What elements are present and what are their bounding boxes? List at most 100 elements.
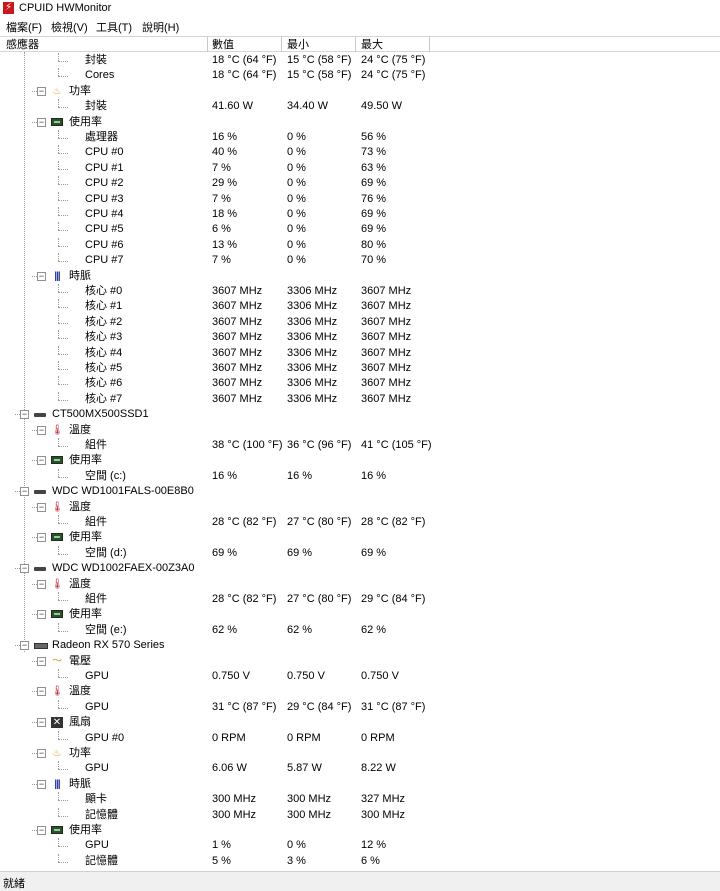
sensor-group-row[interactable]: − ✕ 風扇 <box>0 715 720 730</box>
sensor-label: 核心 #4 <box>85 346 123 359</box>
tree-connector <box>58 237 59 246</box>
menu-help[interactable]: 說明(H) <box>142 19 179 35</box>
device-row[interactable]: − WDC WD1002FAEX-00Z3A0 <box>0 561 720 576</box>
sensor-min: 300 MHz <box>287 793 332 806</box>
collapse-toggle-icon[interactable]: − <box>37 456 46 466</box>
sensor-group-row[interactable]: − 使用率 <box>0 453 720 468</box>
device-row[interactable]: − CT500MX500SSD1 <box>0 407 720 422</box>
menu-tools[interactable]: 工具(T) <box>96 19 132 35</box>
sensor-group-row[interactable]: − 〜電壓 <box>0 654 720 669</box>
device-row[interactable]: − Radeon RX 570 Series <box>0 638 720 653</box>
sensor-row[interactable]: 核心 #6 3607 MHz 3306 MHz 3607 MHz <box>0 376 720 391</box>
collapse-toggle-icon[interactable]: − <box>20 564 29 574</box>
sensor-group-row[interactable]: − 使用率 <box>0 115 720 130</box>
sensor-row[interactable]: Cores 18 °C (64 °F) 15 °C (58 °F) 24 °C (75… <box>0 68 720 83</box>
sensor-group-row[interactable]: − 🌡 溫度 <box>0 423 720 438</box>
sensor-group-row[interactable]: − ||| 時脈 <box>0 269 720 284</box>
collapse-toggle-icon[interactable]: − <box>37 425 46 435</box>
sensor-group-row[interactable]: − ♨ 功率 <box>0 746 720 761</box>
collapse-toggle-icon[interactable]: − <box>37 656 46 666</box>
sensor-group-row[interactable]: − ♨ 功率 <box>0 84 720 99</box>
collapse-toggle-icon[interactable]: − <box>37 687 46 697</box>
sensor-value: 16 % <box>212 469 238 482</box>
sensor-row[interactable]: 空間 (e:) 62 % 62 % 62 % <box>0 622 720 638</box>
column-header-max[interactable]: 最大 <box>361 38 383 52</box>
sensor-group-row[interactable]: − 使用率 <box>0 530 720 545</box>
power-icon: ♨ <box>52 85 62 97</box>
collapse-toggle-icon[interactable]: − <box>37 86 46 96</box>
sensor-min: 0 RPM <box>287 731 321 744</box>
column-divider[interactable] <box>355 37 356 52</box>
sensor-group-row[interactable]: − ||| 時脈 <box>0 777 720 792</box>
sensor-row[interactable]: CPU #1 7 % 0 % 63 % <box>0 160 720 176</box>
menu-file[interactable]: 檔案(F) <box>6 19 42 35</box>
sensor-row[interactable]: 記憶體 300 MHz 300 MHz 300 MHz <box>0 807 720 823</box>
sensor-row[interactable]: GPU 31 °C (87 °F) 29 °C (84 °F) 31 °C (87 °… <box>0 699 720 715</box>
sensor-row[interactable]: 核心 #0 3607 MHz 3306 MHz 3607 MHz <box>0 284 720 299</box>
sensor-label: 核心 #6 <box>85 377 123 390</box>
sensor-row[interactable]: CPU #0 40 % 0 % 73 % <box>0 145 720 160</box>
sensor-row[interactable]: CPU #3 7 % 0 % 76 % <box>0 191 720 207</box>
collapse-toggle-icon[interactable]: − <box>37 117 46 127</box>
tree-connector <box>58 800 68 802</box>
collapse-toggle-icon[interactable]: − <box>37 718 46 728</box>
sensor-row[interactable]: 記憶體 5 % 3 % 6 % <box>0 853 720 869</box>
sensor-value: 7 % <box>212 192 231 205</box>
sensor-row[interactable]: 核心 #4 3607 MHz 3306 MHz 3607 MHz <box>0 345 720 361</box>
collapse-toggle-icon[interactable]: − <box>37 502 46 512</box>
sensor-row[interactable]: 核心 #2 3607 MHz 3306 MHz 3607 MHz <box>0 314 720 330</box>
collapse-toggle-icon[interactable]: − <box>20 641 29 651</box>
sensor-row[interactable]: 封裝 18 °C (64 °F) 15 °C (58 °F) 24 °C (75 °F… <box>0 53 720 68</box>
collapse-toggle-icon[interactable]: − <box>37 749 46 758</box>
tree-connector <box>58 107 68 109</box>
sensor-row[interactable]: 處理器 16 % 0 % 56 % <box>0 130 720 145</box>
tree-connector <box>58 307 68 309</box>
column-header-min[interactable]: 最小 <box>287 38 309 52</box>
collapse-toggle-icon[interactable]: − <box>20 487 29 497</box>
column-divider[interactable] <box>207 37 208 52</box>
collapse-toggle-icon[interactable]: − <box>37 826 46 835</box>
sensor-label: GPU <box>85 762 109 775</box>
sensor-tree[interactable]: 封裝 18 °C (64 °F) 15 °C (58 °F) 24 °C (75 °F… <box>0 52 720 870</box>
sensor-group-row[interactable]: − 🌡 溫度 <box>0 684 720 699</box>
sensor-row[interactable]: CPU #6 13 % 0 % 80 % <box>0 237 720 253</box>
sensor-group-row[interactable]: − 🌡 溫度 <box>0 577 720 592</box>
column-divider[interactable] <box>281 37 282 52</box>
sensor-row[interactable]: 顯卡 300 MHz 300 MHz 327 MHz <box>0 792 720 807</box>
sensor-row[interactable]: 組件 38 °C (100 °F) 36 °C (96 °F) 41 °C (105 … <box>0 438 720 453</box>
sensor-row[interactable]: 空間 (d:) 69 % 69 % 69 % <box>0 545 720 561</box>
collapse-toggle-icon[interactable]: − <box>37 779 46 789</box>
sensor-row[interactable]: GPU 6.06 W 5.87 W 8.22 W <box>0 761 720 776</box>
column-header-sensor[interactable]: 感應器 <box>6 38 39 52</box>
sensor-row[interactable]: 空間 (c:) 16 % 16 % 16 % <box>0 468 720 484</box>
sensor-row[interactable]: 組件 28 °C (82 °F) 27 °C (80 °F) 29 °C (84 °F… <box>0 592 720 607</box>
sensor-group-row[interactable]: − 使用率 <box>0 607 720 622</box>
column-divider[interactable] <box>429 37 430 52</box>
collapse-toggle-icon[interactable]: − <box>37 533 46 543</box>
sensor-group-row[interactable]: − 🌡 溫度 <box>0 500 720 515</box>
sensor-value: 5 % <box>212 854 231 867</box>
sensor-row[interactable]: 封裝 41.60 W 34.40 W 49.50 W <box>0 99 720 114</box>
tree-connector <box>58 199 68 201</box>
sensor-row[interactable]: CPU #5 6 % 0 % 69 % <box>0 222 720 237</box>
sensor-row[interactable]: 核心 #1 3607 MHz 3306 MHz 3607 MHz <box>0 299 720 314</box>
sensor-group-row[interactable]: − 使用率 <box>0 823 720 838</box>
collapse-toggle-icon[interactable]: − <box>37 610 46 620</box>
sensor-row[interactable]: 核心 #7 3607 MHz 3306 MHz 3607 MHz <box>0 391 720 407</box>
sensor-row[interactable]: CPU #2 29 % 0 % 69 % <box>0 176 720 191</box>
tree-connector <box>58 853 59 862</box>
sensor-row[interactable]: 組件 28 °C (82 °F) 27 °C (80 °F) 28 °C (82 °F… <box>0 515 720 530</box>
sensor-row[interactable]: GPU 0.750 V 0.750 V 0.750 V <box>0 669 720 684</box>
sensor-row[interactable]: CPU #4 18 % 0 % 69 % <box>0 207 720 222</box>
device-row[interactable]: − WDC WD1001FALS-00E8B0 <box>0 484 720 499</box>
collapse-toggle-icon[interactable]: − <box>37 271 46 281</box>
collapse-toggle-icon[interactable]: − <box>20 410 29 420</box>
sensor-row[interactable]: GPU #0 0 RPM 0 RPM 0 RPM <box>0 730 720 746</box>
sensor-row[interactable]: GPU 1 % 0 % 12 % <box>0 838 720 853</box>
menu-view[interactable]: 檢視(V) <box>51 19 88 35</box>
sensor-row[interactable]: 核心 #5 3607 MHz 3306 MHz 3607 MHz <box>0 361 720 376</box>
sensor-row[interactable]: 核心 #3 3607 MHz 3306 MHz 3607 MHz <box>0 330 720 345</box>
column-header-value[interactable]: 數值 <box>212 38 234 52</box>
sensor-row[interactable]: CPU #7 7 % 0 % 70 % <box>0 253 720 268</box>
collapse-toggle-icon[interactable]: − <box>37 579 46 589</box>
